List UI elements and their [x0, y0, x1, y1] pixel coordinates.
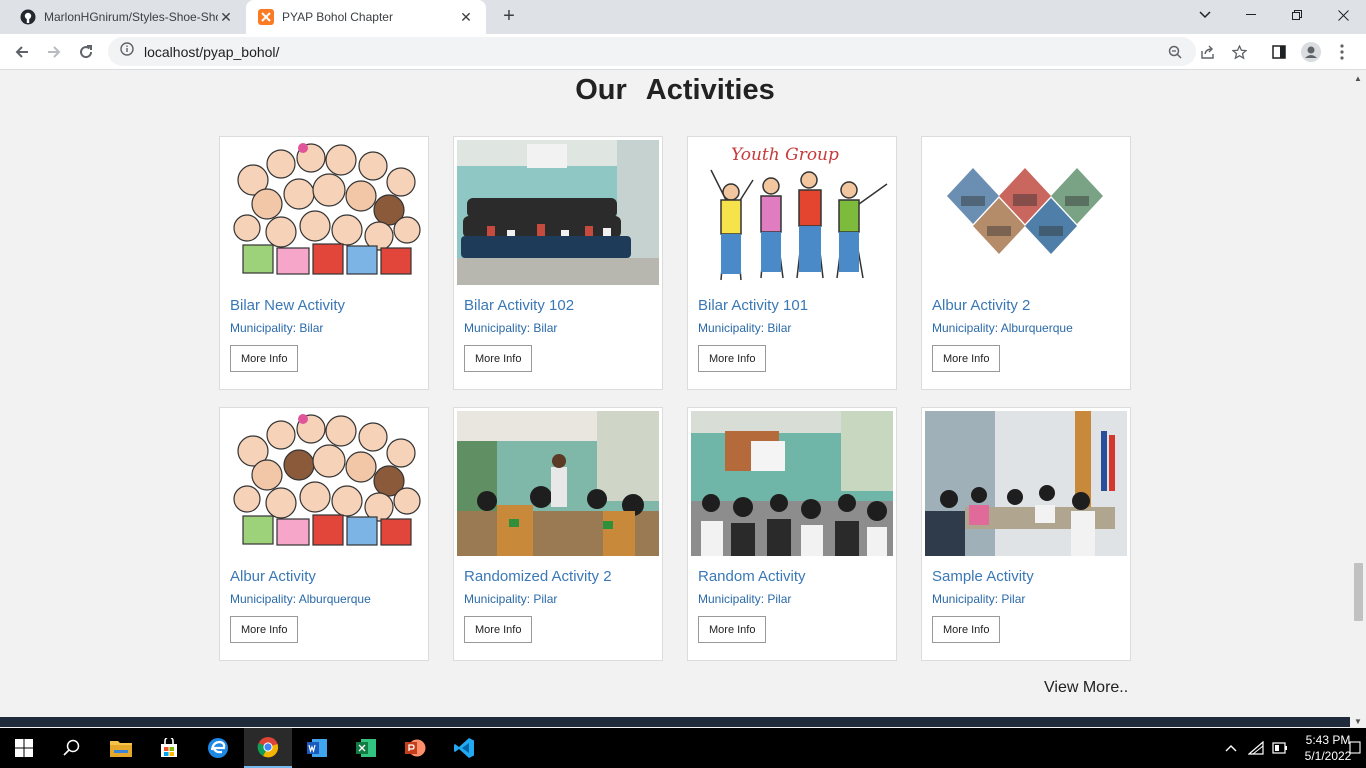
side-panel-icon[interactable]: [1265, 38, 1293, 66]
activity-card: Randomized Activity 2 Municipality: Pila…: [453, 407, 663, 661]
activity-municipality: Municipality: Alburquerque: [230, 592, 371, 606]
activity-card: Youth Group Bilar Activity 101 Municipal…: [687, 136, 897, 390]
start-icon[interactable]: [0, 728, 48, 768]
activity-card: Albur Activity Municipality: Alburquerqu…: [219, 407, 429, 661]
page-footer: [0, 717, 1350, 727]
back-button[interactable]: [8, 38, 36, 66]
chevron-up-icon[interactable]: [1221, 738, 1241, 758]
file-explorer-icon[interactable]: [97, 728, 145, 768]
youth-group-text: Youth Group: [731, 145, 839, 165]
view-more-link[interactable]: View More..: [1044, 679, 1128, 697]
close-window-button[interactable]: [1320, 0, 1366, 30]
activity-municipality: Municipality: Bilar: [230, 321, 324, 335]
url-text: localhost/pyap_bohol/: [144, 43, 280, 60]
scrollbar-thumb[interactable]: [1354, 563, 1363, 621]
more-info-button[interactable]: More Info: [464, 345, 533, 372]
browser-toolbar: localhost/pyap_bohol/: [0, 34, 1366, 70]
address-bar[interactable]: localhost/pyap_bohol/: [108, 37, 1247, 66]
activity-municipality: Municipality: Pilar: [932, 592, 1026, 606]
close-tab-icon[interactable]: ✕: [458, 9, 474, 25]
tab-strip: MarlonHGnirum/Styles-Shoe-Sho ✕ PYAP Boh…: [0, 0, 1366, 34]
activity-image-group-photo[interactable]: [457, 140, 659, 285]
edge-icon[interactable]: [194, 728, 242, 768]
activity-image-cartoon-kids[interactable]: [223, 411, 425, 556]
activity-card: Sample Activity Municipality: Pilar More…: [921, 407, 1131, 661]
activity-image-diamond-collage[interactable]: [925, 140, 1127, 285]
more-info-button[interactable]: More Info: [698, 616, 767, 643]
scroll-down-icon[interactable]: ▼: [1353, 717, 1363, 726]
page-viewport: Our Activities Bilar New Activity Munici…: [0, 70, 1350, 717]
tab-github[interactable]: MarlonHGnirum/Styles-Shoe-Sho ✕: [8, 0, 246, 34]
activity-image-seminar-photo[interactable]: [457, 411, 659, 556]
vertical-scrollbar[interactable]: ▲ ▼: [1350, 70, 1366, 727]
activity-card: Random Activity Municipality: Pilar More…: [687, 407, 897, 661]
zoom-icon[interactable]: [1166, 43, 1184, 61]
activity-image-youth-group[interactable]: Youth Group: [691, 140, 893, 285]
activity-municipality: Municipality: Pilar: [698, 592, 792, 606]
scroll-up-icon[interactable]: ▲: [1353, 74, 1363, 83]
restore-button[interactable]: [1274, 0, 1320, 30]
word-icon[interactable]: [293, 728, 341, 768]
more-info-button[interactable]: More Info: [230, 616, 299, 643]
more-info-button[interactable]: More Info: [932, 616, 1001, 643]
activity-card: Bilar New Activity Municipality: Bilar M…: [219, 136, 429, 390]
profile-avatar-icon[interactable]: [1297, 38, 1325, 66]
close-tab-icon[interactable]: ✕: [218, 9, 234, 25]
search-icon[interactable]: [48, 728, 96, 768]
powerpoint-icon[interactable]: [391, 728, 439, 768]
tab-title: PYAP Bohol Chapter: [282, 10, 393, 24]
volume-icon[interactable]: [1270, 738, 1290, 758]
tab-search-icon[interactable]: [1182, 0, 1228, 30]
activity-title[interactable]: Bilar Activity 101: [698, 297, 808, 314]
activity-title[interactable]: Albur Activity: [230, 568, 316, 585]
more-info-button[interactable]: More Info: [230, 345, 299, 372]
activity-municipality: Municipality: Pilar: [464, 592, 558, 606]
store-icon[interactable]: [145, 728, 193, 768]
excel-icon[interactable]: [342, 728, 390, 768]
activity-title[interactable]: Bilar Activity 102: [464, 297, 574, 314]
activity-municipality: Municipality: Alburquerque: [932, 321, 1073, 335]
new-tab-button[interactable]: +: [498, 6, 520, 28]
wifi-icon[interactable]: [1246, 738, 1266, 758]
tab-title: MarlonHGnirum/Styles-Shoe-Sho: [44, 10, 218, 24]
notification-icon[interactable]: [1344, 738, 1366, 758]
more-info-button[interactable]: More Info: [464, 616, 533, 643]
activity-image-classroom-photo[interactable]: [691, 411, 893, 556]
taskbar: 5:43 PM 5/1/2022: [0, 728, 1366, 768]
activity-municipality: Municipality: Bilar: [698, 321, 792, 335]
menu-kebab-icon[interactable]: [1328, 38, 1356, 66]
activity-title[interactable]: Random Activity: [698, 568, 806, 585]
activity-title[interactable]: Bilar New Activity: [230, 297, 345, 314]
activity-title[interactable]: Randomized Activity 2: [464, 568, 612, 585]
activity-title[interactable]: Sample Activity: [932, 568, 1034, 585]
tab-pyap[interactable]: PYAP Bohol Chapter ✕: [246, 0, 486, 34]
forward-button[interactable]: [40, 38, 68, 66]
github-icon: [20, 9, 36, 25]
minimize-button[interactable]: [1228, 0, 1274, 30]
activity-image-cartoon-kids[interactable]: [223, 140, 425, 285]
section-title: Our Activities: [575, 74, 775, 106]
more-info-button[interactable]: More Info: [932, 345, 1001, 372]
xampp-icon: [258, 9, 274, 25]
reload-button[interactable]: [72, 38, 100, 66]
activity-municipality: Municipality: Bilar: [464, 321, 558, 335]
bookmark-star-icon[interactable]: [1230, 43, 1248, 61]
activity-card: Albur Activity 2 Municipality: Alburquer…: [921, 136, 1131, 390]
activity-card: Bilar Activity 102 Municipality: Bilar M…: [453, 136, 663, 390]
activity-image-meeting-photo[interactable]: [925, 411, 1127, 556]
site-info-icon[interactable]: [120, 42, 134, 61]
share-icon[interactable]: [1198, 43, 1216, 61]
vscode-icon[interactable]: [440, 728, 488, 768]
activity-title[interactable]: Albur Activity 2: [932, 297, 1030, 314]
chrome-icon[interactable]: [244, 728, 292, 768]
more-info-button[interactable]: More Info: [698, 345, 767, 372]
